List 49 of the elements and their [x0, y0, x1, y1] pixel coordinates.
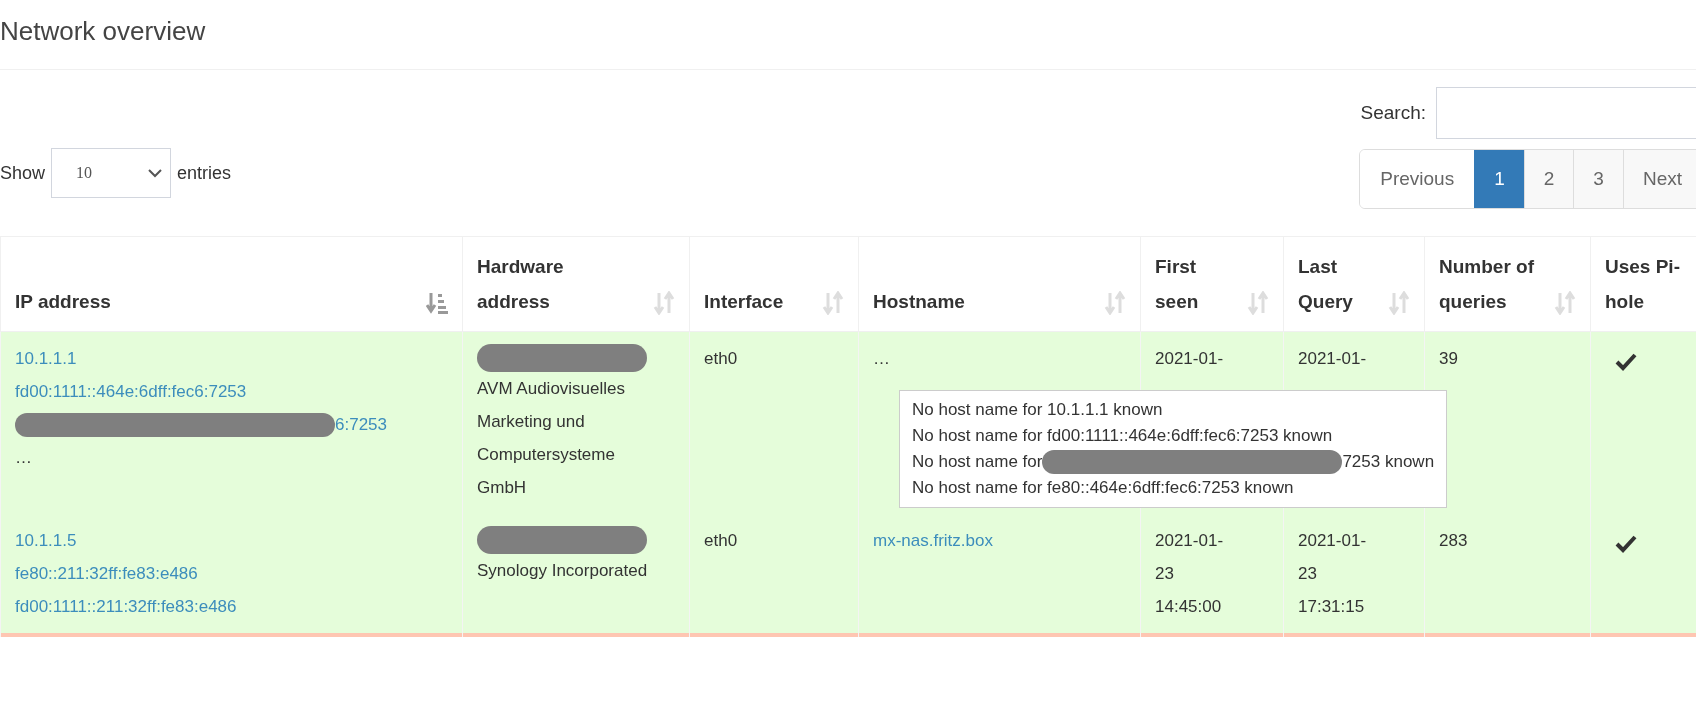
sort-icon[interactable]: [1554, 291, 1576, 315]
vendor-text: Synology Incorporated: [477, 560, 649, 582]
show-label: Show: [0, 162, 46, 184]
query-count: 283: [1439, 530, 1468, 552]
last-query-text: 17:31:15: [1298, 596, 1365, 618]
chevron-down-icon: [148, 168, 163, 178]
tooltip-text: No host name for fe80::464e:6dff:fec6:7253 known: [912, 477, 1294, 499]
sort-icon[interactable]: [1388, 291, 1410, 315]
last-query-text: 23: [1298, 563, 1317, 585]
last-query-text: 2021-01-: [1298, 348, 1367, 370]
ellipsis-text: …: [15, 447, 32, 469]
page-button[interactable]: 3: [1573, 150, 1623, 208]
entries-dropdown[interactable]: 10: [51, 148, 172, 198]
vendor-text: AVM Audiovisuelles Marketing und Computersysteme GmbH: [477, 378, 627, 499]
sort-ascending-icon[interactable]: [426, 291, 448, 315]
page-button[interactable]: 2: [1523, 150, 1574, 208]
sort-icon[interactable]: [1247, 291, 1269, 315]
page-title: Network overview: [0, 0, 1696, 70]
search-label: Search:: [1360, 102, 1426, 124]
sort-icon[interactable]: [1104, 291, 1126, 315]
ip-address-link[interactable]: 10.1.1.1: [15, 342, 77, 375]
column-header[interactable]: Interface: [704, 284, 784, 319]
search-field[interactable]: [1436, 87, 1696, 139]
ip-address-link[interactable]: fd00:1111::211:32ff:fe83:e486: [15, 590, 237, 623]
column-header[interactable]: IP address: [15, 284, 111, 319]
first-seen-text: 14:45:00: [1155, 596, 1222, 618]
entries-label: entries: [177, 162, 232, 184]
ip-address-link[interactable]: 6:7253: [335, 408, 387, 441]
sort-icon[interactable]: [822, 291, 844, 315]
interface-text: eth0: [704, 348, 738, 370]
tooltip-text: No host name for 10.1.1.1 known: [912, 399, 1163, 421]
column-header[interactable]: Hostname: [873, 284, 965, 319]
page-button[interactable]: Next: [1622, 150, 1696, 208]
ip-address-link[interactable]: fd00:1111::464e:6dff:fec6:7253: [15, 375, 247, 408]
tooltip-text: No host name for fd00:1111::464e:6dff:fec6:7253 known: [912, 425, 1333, 447]
last-query-text: 2021-01-: [1298, 530, 1367, 552]
query-count: 39: [1439, 348, 1458, 370]
tooltip-text: No host name for: [912, 451, 1043, 473]
interface-text: eth0: [704, 530, 738, 552]
ip-address-link[interactable]: fe80::211:32ff:fe83:e486: [15, 557, 198, 590]
hostname-link[interactable]: mx-nas.fritz.box: [873, 524, 993, 557]
page-button[interactable]: 1: [1474, 150, 1524, 208]
tooltip-text: 7253 known: [1342, 451, 1435, 473]
ip-address-link[interactable]: 10.1.1.5: [15, 524, 77, 557]
sort-icon[interactable]: [653, 291, 675, 315]
first-seen-text: 2021-01-: [1155, 530, 1224, 552]
first-seen-text: 23: [1155, 563, 1174, 585]
ellipsis-text: …: [873, 348, 890, 370]
first-seen-text: 2021-01-: [1155, 348, 1224, 370]
